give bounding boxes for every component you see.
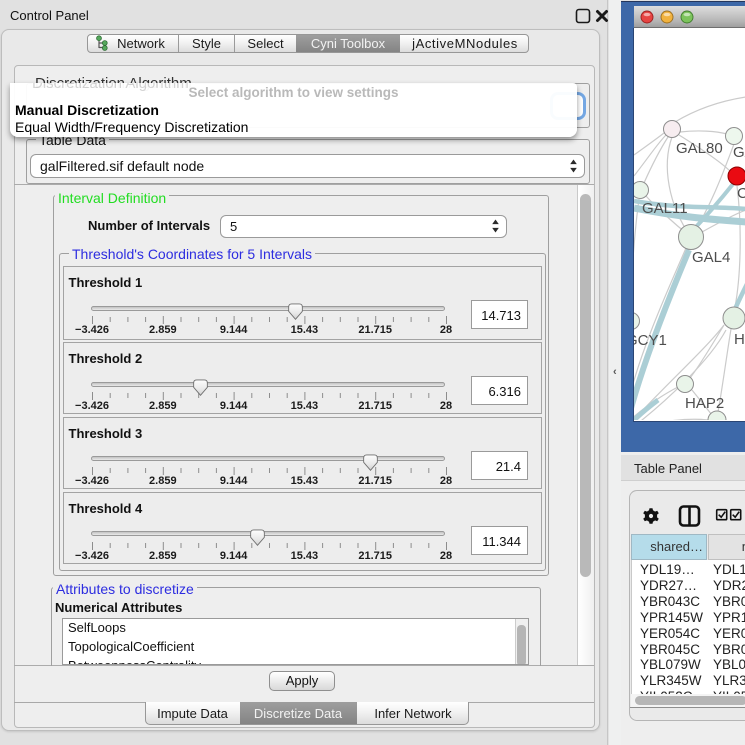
svg-text:HIS4: HIS4: [734, 331, 745, 348]
svg-text:CYC8: CYC8: [737, 185, 745, 202]
svg-text:GCY1: GCY1: [634, 332, 667, 349]
svg-text:GAL2: GAL2: [733, 144, 745, 161]
svg-text:GAL11: GAL11: [642, 200, 688, 217]
svg-text:GAL4: GAL4: [692, 249, 730, 266]
svg-text:GAL80: GAL80: [676, 140, 723, 157]
svg-text:HAP2: HAP2: [685, 395, 724, 412]
